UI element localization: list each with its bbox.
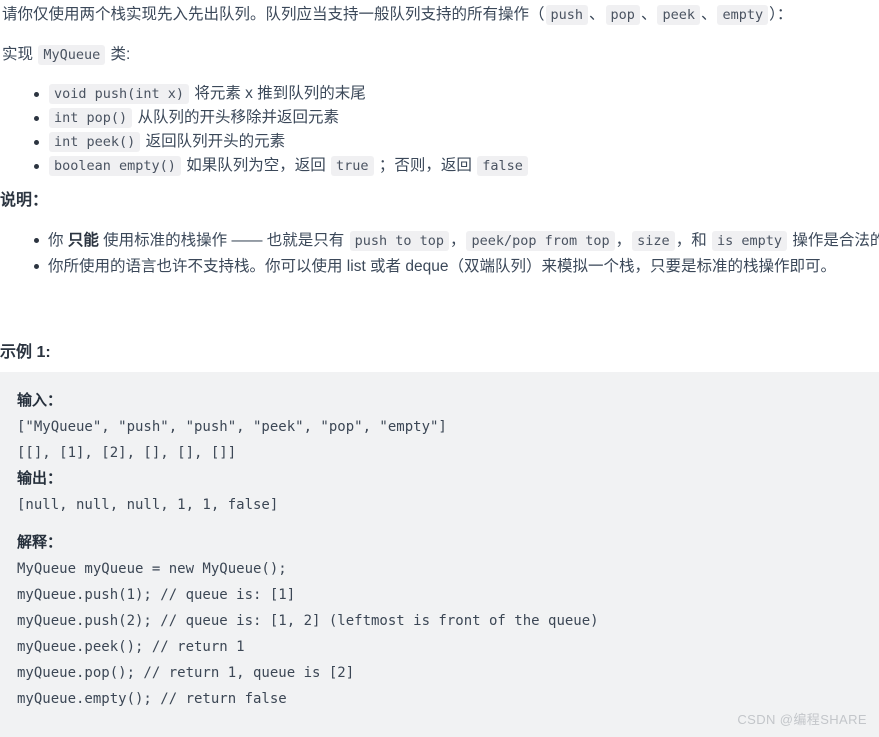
list-item-label: 你所使用的语言也许不支持栈。你可以使用 list 或者 deque（双端队列）来… (48, 258, 836, 275)
inline-code-push: push (545, 5, 589, 25)
note-text-5: ，和 (675, 232, 711, 249)
implement-class-line: 实现 MyQueue 类: (0, 44, 504, 66)
code-line: MyQueue myQueue = new MyQueue(); (17, 561, 287, 577)
explain-label: 解释： (17, 534, 63, 551)
code-line: myQueue.peek(); // return 1 (17, 639, 245, 655)
input-label: 输入： (17, 392, 63, 409)
example-code-block: 输入： ["MyQueue", "push", "push", "peek", … (0, 372, 879, 737)
code-spacer (17, 518, 879, 530)
list-item: int peek() 返回队列开头的元素 (26, 130, 529, 154)
inline-code-int-peek: int peek() (49, 132, 141, 152)
note-text-3: ， (449, 232, 466, 249)
list-item-label: 如果队列为空，返回 (181, 157, 331, 174)
inline-code-boolean-empty: boolean empty() (49, 156, 181, 176)
document-page: 请你仅使用两个栈实现先入先出队列。队列应当支持一般队列支持的所有操作（ push、… (0, 0, 879, 737)
note-list: 你 只能 使用标准的栈操作 —— 也就是只有 push to top， peek/… (26, 228, 879, 279)
inline-code-is-empty: is empty (712, 231, 788, 251)
intro-text-5: ）： (769, 6, 793, 23)
note-text-2: 使用标准的栈操作 —— 也就是只有 (98, 232, 349, 249)
output-label: 输出： (17, 470, 63, 487)
inline-code-false: false (477, 156, 528, 176)
inline-code-peek-pop-from-top: peek/pop from top (466, 231, 615, 251)
code-line: myQueue.pop(); // return 1, queue is [2] (17, 665, 355, 681)
inline-code-void-push: void push(int x) (49, 84, 190, 104)
implement-text-2: 类: (106, 46, 131, 63)
watermark: CSDN @编程SHARE (737, 712, 867, 727)
input-line-1: ["MyQueue", "push", "push", "peek", "pop… (17, 419, 447, 435)
list-item-label: 从队列的开头移除并返回元素 (133, 109, 339, 126)
note-text-4: ， (615, 232, 632, 249)
list-item: 你所使用的语言也许不支持栈。你可以使用 list 或者 deque（双端队列）来… (26, 254, 879, 279)
example-heading: 示例 1: (0, 344, 51, 361)
code-line: myQueue.push(2); // queue is: [1, 2] (le… (17, 613, 599, 629)
api-method-list: void push(int x) 将元素 x 推到队列的末尾 int pop()… (26, 82, 529, 178)
intro-text-3: 、 (640, 6, 657, 23)
note-text-6: 操作是合法的。 (792, 232, 879, 249)
list-item-label-2: ；否则，返回 (374, 157, 477, 174)
inline-code-true: true (331, 156, 374, 176)
intro-text-4: 、 (700, 6, 717, 23)
note-emphasis: 只能 (67, 232, 99, 249)
inline-code-size: size (632, 231, 675, 251)
list-item: 你 只能 使用标准的栈操作 —— 也就是只有 push to top， peek/… (26, 228, 879, 254)
inline-code-peek: peek (657, 5, 700, 25)
implement-text-1: 实现 (2, 46, 38, 63)
output-line-1: [null, null, null, 1, 1, false] (17, 497, 279, 513)
list-item-label: 返回队列开头的元素 (141, 133, 286, 150)
input-line-2: [[], [1], [2], [], [], []] (17, 445, 237, 461)
inline-code-empty: empty (717, 5, 769, 25)
inline-code-push-to-top: push to top (349, 231, 449, 251)
inline-code-int-pop: int pop() (49, 108, 133, 128)
note-heading: 说明： (0, 192, 49, 209)
list-item: int pop() 从队列的开头移除并返回元素 (26, 106, 529, 130)
intro-paragraph: 请你仅使用两个栈实现先入先出队列。队列应当支持一般队列支持的所有操作（ push、… (0, 4, 879, 26)
intro-text-2: 、 (589, 6, 605, 23)
list-item: boolean empty() 如果队列为空，返回 true ；否则，返回 fa… (26, 154, 529, 178)
note-text-1: 你 (48, 232, 68, 249)
list-item-label: 将元素 x 推到队列的末尾 (190, 85, 366, 102)
inline-code-myqueue: MyQueue (38, 45, 106, 65)
list-item: void push(int x) 将元素 x 推到队列的末尾 (26, 82, 529, 106)
inline-code-pop: pop (605, 5, 640, 25)
intro-text-1: 请你仅使用两个栈实现先入先出队列。队列应当支持一般队列支持的所有操作（ (2, 6, 545, 23)
code-line: myQueue.push(1); // queue is: [1] (17, 587, 296, 603)
